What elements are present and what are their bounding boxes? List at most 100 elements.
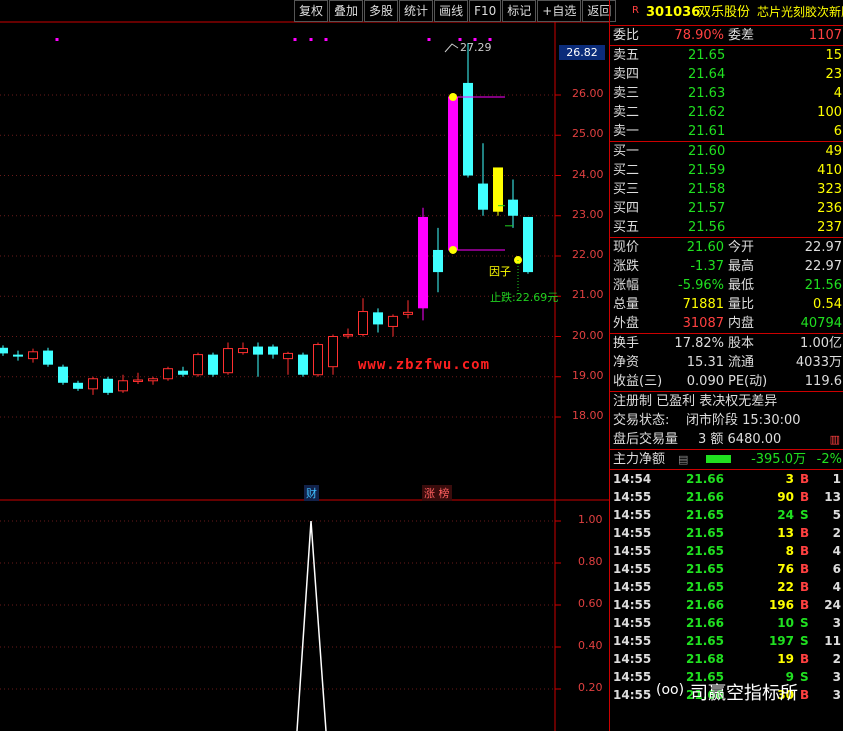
candle-body	[223, 348, 233, 374]
toolbar-button[interactable]: 多股	[364, 0, 399, 22]
toolbar-button[interactable]: 统计	[399, 0, 434, 22]
asks-row[interactable]: 卖一 21.61 6	[610, 122, 843, 141]
price-tick-label: 21.00	[572, 288, 604, 302]
bids-volume: 237	[817, 220, 842, 235]
limit-up-badge[interactable]: 涨 榜	[422, 485, 452, 501]
bids-price: 21.57	[688, 201, 726, 216]
stat-value: -5.96%	[678, 278, 724, 293]
bids-row[interactable]: 买一 21.60 49	[610, 142, 843, 161]
candle-body	[508, 199, 518, 216]
price-tick-label: 26.00	[572, 87, 604, 100]
finance-badge[interactable]: 财	[304, 485, 319, 501]
trade-price: 21.65	[686, 544, 724, 558]
candle-body	[433, 249, 443, 273]
trade-side: B	[800, 652, 810, 666]
toolbar-button[interactable]: +自选	[537, 0, 582, 22]
stock-header: R 301036 双乐股份 芯片光刻胶次新股	[610, 0, 843, 26]
candle-body	[88, 378, 98, 390]
bids-volume: 236	[817, 201, 842, 216]
asks-row[interactable]: 卖二 21.62 100	[610, 103, 843, 122]
candle-body	[358, 311, 368, 335]
trade-time: 14:55	[613, 634, 652, 648]
trade-ticks[interactable]: 14:54 21.66 3 B 1 14:55 21.66 90 B 13 14:55 21.65 24…	[610, 470, 843, 704]
trade-row[interactable]: 14:55 21.66 90 B 13	[610, 488, 843, 506]
asks-row[interactable]: 卖五 21.65 15	[610, 46, 843, 65]
asks-row[interactable]: 卖四 21.64 23	[610, 65, 843, 84]
fundamental-label: 收益(三)	[613, 374, 663, 389]
trade-row[interactable]: 14:55 21.66 10 S 3	[610, 614, 843, 632]
stock-name[interactable]: 双乐股份	[698, 0, 750, 25]
stat-row: 涨幅 -5.96% 最低 21.56	[610, 276, 843, 295]
price-tick-label: 18.00	[572, 409, 604, 422]
bids-label: 买一	[613, 144, 640, 159]
asks-row[interactable]: 卖三 21.63 4	[610, 84, 843, 103]
bids-row[interactable]: 买三 21.58 323	[610, 180, 843, 199]
trade-row[interactable]: 14:55 21.65 13 B 2	[610, 524, 843, 542]
trade-count: 3	[832, 670, 841, 684]
stat-row: 外盘 31087 内盘 40794	[610, 314, 843, 333]
stat-value: 31087	[682, 316, 724, 331]
net-flow-value: -395.0万	[751, 452, 806, 467]
toolbar-button[interactable]: F10	[469, 0, 502, 22]
trade-side: B	[800, 490, 810, 504]
r-badge: R	[632, 5, 639, 16]
candle-body	[208, 354, 218, 375]
stat-label: 现价	[613, 240, 640, 255]
stat-label: 最高	[728, 259, 755, 274]
kline-chart-area[interactable]: 复权 叠加 多股 统计 画线 F10 标记 +自选 返回 26.82 27.29 因子 止跌:2…	[0, 0, 617, 731]
after-hours-value: 3 额 6480.00	[698, 432, 782, 447]
trade-row[interactable]: 14:55 21.65 197 S 11	[610, 632, 843, 650]
toolbar-button[interactable]: 标记	[502, 0, 537, 22]
stat-label: 总量	[613, 297, 640, 312]
candle-body	[268, 346, 278, 355]
stock-code[interactable]: 301036	[646, 0, 700, 25]
candle-body	[193, 354, 203, 376]
calendar-icon[interactable]: ▥	[830, 430, 840, 449]
bids-row[interactable]: 买五 21.56 237	[610, 218, 843, 237]
candle-body	[388, 315, 398, 327]
trade-row[interactable]: 14:55 21.65 24 S 5	[610, 506, 843, 524]
candle-body	[313, 344, 323, 376]
trade-time: 14:55	[613, 580, 652, 594]
trade-price: 21.66	[686, 598, 724, 612]
bids-volume: 323	[817, 182, 842, 197]
stat-label: 量比	[728, 297, 755, 312]
trade-row[interactable]: 14:55 21.65 76 B 6	[610, 560, 843, 578]
trade-row[interactable]: 14:54 21.66 3 B 1	[610, 470, 843, 488]
trade-row[interactable]: 14:55 21.65 8 B 4	[610, 542, 843, 560]
menu-icon[interactable]: ▤	[678, 450, 688, 469]
net-flow-bar	[706, 455, 731, 463]
asks-label: 卖二	[613, 105, 640, 120]
trade-price: 21.65	[686, 526, 724, 540]
indicator-tick-label: 0.20	[578, 681, 603, 694]
trade-time: 14:55	[613, 562, 652, 576]
price-tick-label: 23.00	[572, 207, 604, 221]
trade-row[interactable]: 14:55 21.66 196 B 24	[610, 596, 843, 614]
stat-row: 涨跌 -1.37 最高 22.97	[610, 257, 843, 276]
trade-count: 24	[824, 598, 841, 612]
trade-volume: 13	[777, 526, 794, 540]
indicator-tick-label: 0.40	[578, 639, 603, 652]
fundamental-row: 收益(三) 0.090 PE(动) 119.6	[610, 372, 843, 391]
status-row: 交易状态: 闭市阶段 15:30:00	[610, 411, 843, 430]
bids-row[interactable]: 买四 21.57 236	[610, 199, 843, 218]
stat-label: 涨幅	[613, 278, 640, 293]
toolbar-button[interactable]: 复权	[294, 0, 329, 22]
ask-book: 卖五 21.65 15 卖四 21.64 23 卖三 21.63 4 卖二 21.62 100 卖一 21…	[610, 46, 843, 142]
bids-row[interactable]: 买二 21.59 410	[610, 161, 843, 180]
trade-row[interactable]: 14:55 21.65 22 B 4	[610, 578, 843, 596]
weibi-row: 委比 78.90% 委差 1107	[610, 26, 843, 46]
bids-price: 21.60	[688, 144, 726, 159]
toolbar-button[interactable]: 叠加	[329, 0, 364, 22]
fundamental-row: 换手 17.82% 股本 1.00亿	[610, 334, 843, 353]
candle-body	[403, 311, 413, 315]
toolbar-button[interactable]: 画线	[434, 0, 469, 22]
fundamental-label: 流通	[728, 355, 755, 370]
trade-count: 2	[832, 526, 841, 540]
indicator-line	[296, 520, 327, 731]
trade-row[interactable]: 14:55 21.68 19 B 2	[610, 650, 843, 668]
candle-body	[448, 97, 458, 250]
kline-svg[interactable]	[0, 0, 609, 731]
trade-volume: 196	[768, 598, 794, 612]
candle-body	[283, 352, 293, 360]
